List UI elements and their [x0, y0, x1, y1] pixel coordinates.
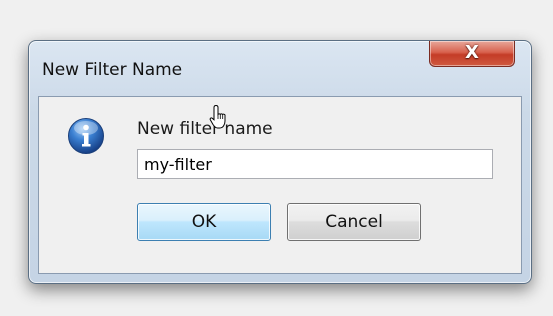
ok-button[interactable]: OK	[137, 203, 271, 241]
close-button[interactable]: X	[429, 41, 515, 67]
info-icon	[68, 118, 104, 154]
dialog-body: New filter name OK Cancel	[38, 96, 522, 274]
prompt-label: New filter name	[137, 119, 273, 139]
dialog-window: New Filter Name X New filter name my-fil…	[28, 40, 532, 284]
close-icon: X	[465, 42, 479, 63]
filter-name-input[interactable]	[137, 149, 493, 179]
cancel-button[interactable]: Cancel	[287, 203, 421, 241]
mouse-cursor-icon	[209, 104, 226, 129]
title-bar[interactable]: New Filter Name X	[29, 41, 531, 95]
desktop-background: New Filter Name X New filter name my-fil…	[0, 0, 553, 316]
window-title: New Filter Name	[42, 60, 183, 80]
